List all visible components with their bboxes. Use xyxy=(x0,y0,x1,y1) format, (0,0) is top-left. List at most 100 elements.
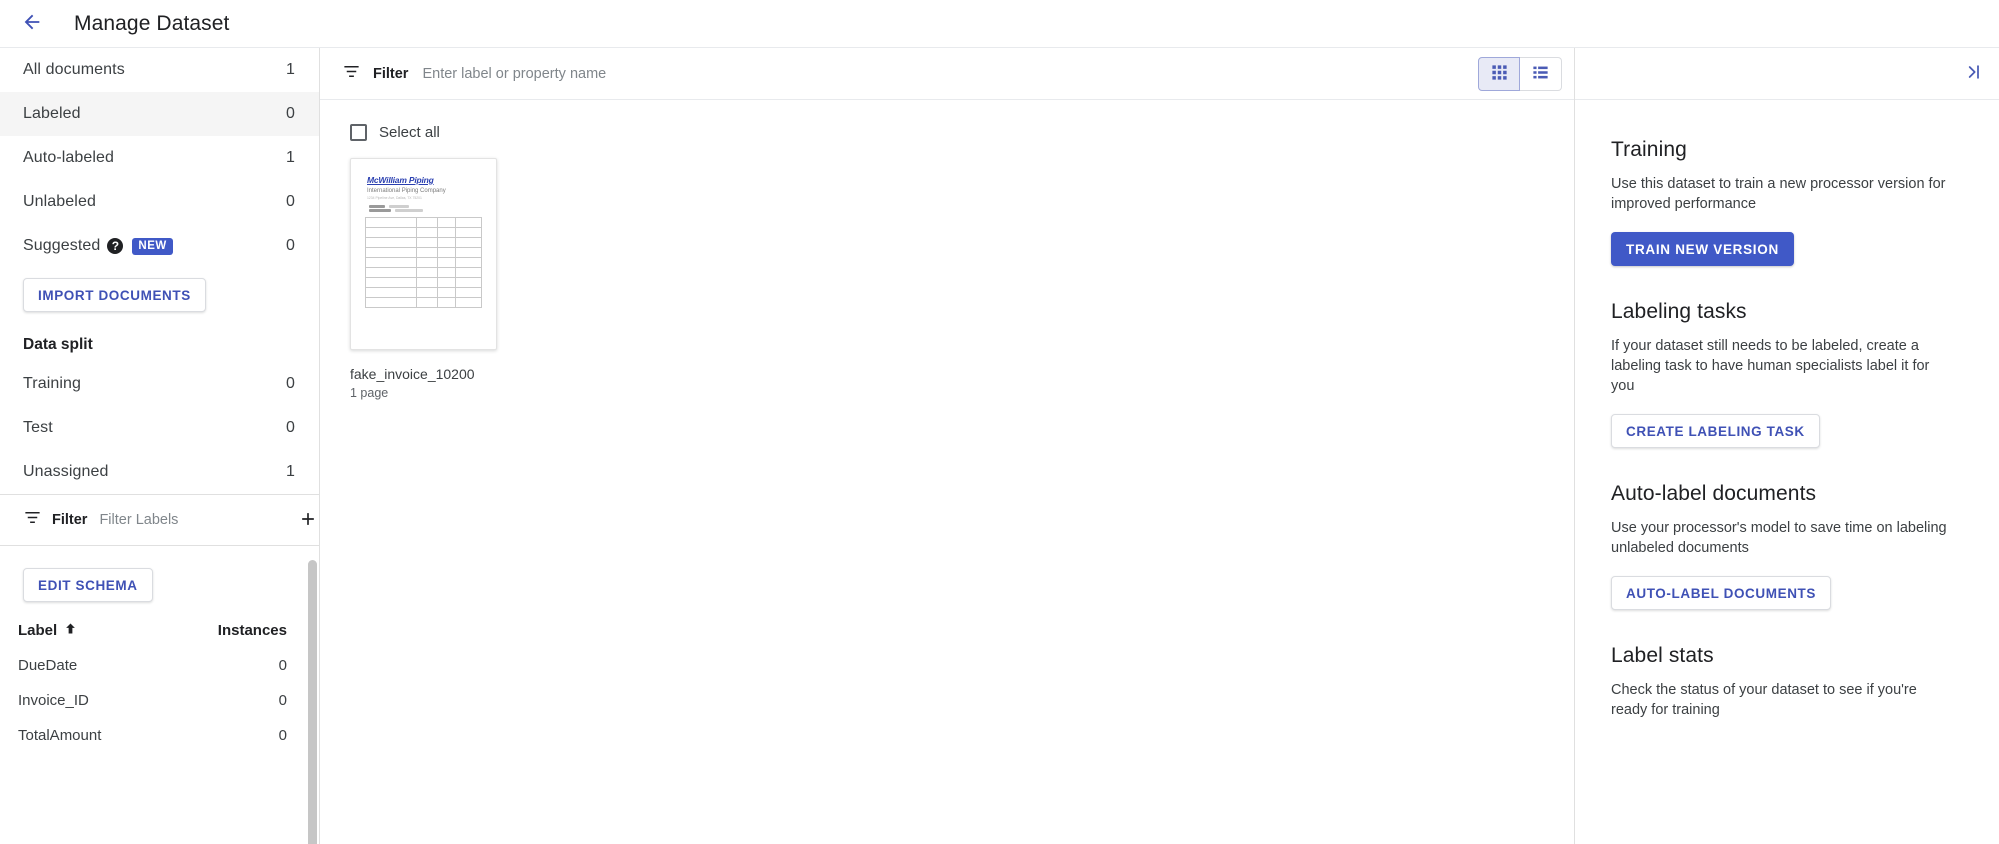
select-all-checkbox[interactable] xyxy=(350,124,367,141)
filter-icon xyxy=(23,508,42,532)
label-name: TotalAmount xyxy=(18,727,279,744)
list-view-button[interactable] xyxy=(1520,57,1562,91)
document-page-count: 1 page xyxy=(350,386,500,400)
import-documents-container: IMPORT DOCUMENTS xyxy=(0,268,319,326)
sidebar-item-unassigned[interactable]: Unassigned 1 xyxy=(0,450,319,494)
sidebar-item-labeled[interactable]: Labeled 0 xyxy=(0,92,319,136)
right-panel: Training Use this dataset to train a new… xyxy=(1575,48,1999,844)
table-row[interactable]: Invoice_ID 0 xyxy=(0,683,319,718)
panel-section-label-stats: Label stats Check the status of your dat… xyxy=(1611,644,1963,720)
sidebar-item-label: Unlabeled xyxy=(23,193,96,211)
right-panel-header xyxy=(1575,48,1999,100)
sidebar-item-label: All documents xyxy=(23,61,125,79)
sidebar-item-label: Labeled xyxy=(23,105,81,123)
sidebar-item-count: 0 xyxy=(286,193,295,211)
sidebar-item-training[interactable]: Training 0 xyxy=(0,362,319,406)
create-labeling-task-button[interactable]: CREATE LABELING TASK xyxy=(1611,414,1820,448)
panel-section-labeling-tasks: Labeling tasks If your dataset still nee… xyxy=(1611,300,1963,448)
filter-icon xyxy=(342,62,361,86)
app-header: Manage Dataset xyxy=(0,0,1999,48)
list-view-icon xyxy=(1531,63,1550,85)
plus-icon xyxy=(298,509,318,532)
panel-section-auto-label: Auto-label documents Use your processor'… xyxy=(1611,482,1963,610)
label-table-header: Label Instances xyxy=(0,608,319,648)
sidebar-nav-list: All documents 1 Labeled 0 Auto-labeled 1… xyxy=(0,48,319,268)
label-filter-title: Filter xyxy=(52,512,87,528)
thumbnail-line-item-table xyxy=(365,217,482,308)
label-filter-bar: Filter xyxy=(0,494,319,546)
data-split-heading: Data split xyxy=(0,326,319,362)
back-button[interactable] xyxy=(14,6,50,42)
edit-schema-button[interactable]: EDIT SCHEMA xyxy=(23,568,153,602)
sidebar-item-count: 0 xyxy=(286,105,295,123)
grid-view-icon xyxy=(1490,63,1509,85)
thumbnail-meta-lines xyxy=(369,205,488,212)
section-title: Labeling tasks xyxy=(1611,300,1963,324)
section-description: Use your processor's model to save time … xyxy=(1611,518,1956,558)
document-thumbnail[interactable]: McWilliam Piping International Piping Co… xyxy=(350,158,497,350)
grid-view-button[interactable] xyxy=(1478,57,1520,91)
select-all-row: Select all xyxy=(320,100,1574,144)
section-description: If your dataset still needs to be labele… xyxy=(1611,336,1956,396)
edit-schema-container: EDIT SCHEMA xyxy=(0,546,319,608)
app-shell: All documents 1 Labeled 0 Auto-labeled 1… xyxy=(0,48,1999,844)
sidebar: All documents 1 Labeled 0 Auto-labeled 1… xyxy=(0,48,320,844)
document-card[interactable]: McWilliam Piping International Piping Co… xyxy=(350,158,500,400)
import-documents-button[interactable]: IMPORT DOCUMENTS xyxy=(23,278,206,312)
section-title: Training xyxy=(1611,138,1963,162)
sidebar-item-count: 0 xyxy=(286,237,295,255)
collapse-panel-icon xyxy=(1963,62,1983,85)
toolbar-filter-label: Filter xyxy=(373,66,408,82)
sidebar-item-count: 1 xyxy=(286,149,295,167)
sidebar-item-unlabeled[interactable]: Unlabeled 0 xyxy=(0,180,319,224)
help-icon[interactable]: ? xyxy=(107,238,123,254)
arrow-back-icon xyxy=(21,11,43,36)
sidebar-item-count: 1 xyxy=(286,61,295,79)
sidebar-item-label: Training xyxy=(23,375,81,393)
section-title: Auto-label documents xyxy=(1611,482,1963,506)
label-instances: 0 xyxy=(279,657,287,674)
table-row[interactable]: DueDate 0 xyxy=(0,648,319,683)
label-stats-table: Label Instances DueDate 0 Invoice_ID 0 xyxy=(0,608,319,753)
table-row[interactable]: TotalAmount 0 xyxy=(0,718,319,753)
label-name: DueDate xyxy=(18,657,279,674)
label-name: Invoice_ID xyxy=(18,692,279,709)
thumbnail-tagline: International Piping Company xyxy=(367,188,488,194)
sidebar-item-suggested[interactable]: Suggested ? NEW 0 xyxy=(0,224,319,268)
thumbnail-address-line: 1234 Pipeline Ave, Dallas, TX 75201 xyxy=(367,196,488,200)
data-split-list: Training 0 Test 0 Unassigned 1 xyxy=(0,362,319,494)
select-all-label: Select all xyxy=(379,124,440,141)
add-label-button[interactable] xyxy=(298,506,318,534)
filter-labels-input[interactable] xyxy=(97,505,288,535)
sidebar-item-test[interactable]: Test 0 xyxy=(0,406,319,450)
section-title: Label stats xyxy=(1611,644,1963,668)
train-new-version-button[interactable]: TRAIN NEW VERSION xyxy=(1611,232,1794,266)
sidebar-item-auto-labeled[interactable]: Auto-labeled 1 xyxy=(0,136,319,180)
sidebar-scrollbar[interactable] xyxy=(308,560,317,844)
panel-section-training: Training Use this dataset to train a new… xyxy=(1611,138,1963,266)
column-header-label[interactable]: Label xyxy=(18,622,57,639)
sidebar-item-label: Test xyxy=(23,419,53,437)
page-title: Manage Dataset xyxy=(74,12,230,36)
auto-label-documents-button[interactable]: AUTO-LABEL DOCUMENTS xyxy=(1611,576,1831,610)
main-content: Filter xyxy=(320,48,1575,844)
section-description: Check the status of your dataset to see … xyxy=(1611,680,1956,720)
sidebar-item-label: Unassigned xyxy=(23,463,109,481)
schema-panel: EDIT SCHEMA Label Instances DueDate 0 xyxy=(0,546,319,844)
document-grid: McWilliam Piping International Piping Co… xyxy=(320,144,1574,400)
collapse-panel-button[interactable] xyxy=(1959,60,1987,88)
right-panel-body: Training Use this dataset to train a new… xyxy=(1575,100,1999,844)
sidebar-item-count: 1 xyxy=(286,463,295,481)
arrow-up-icon[interactable] xyxy=(63,621,78,640)
sidebar-item-count: 0 xyxy=(286,375,295,393)
sidebar-item-count: 0 xyxy=(286,419,295,437)
label-instances: 0 xyxy=(279,692,287,709)
sidebar-item-label: Auto-labeled xyxy=(23,149,114,167)
sidebar-item-label: Suggested xyxy=(23,237,100,255)
section-description: Use this dataset to train a new processo… xyxy=(1611,174,1956,214)
search-input[interactable] xyxy=(420,59,1466,89)
sidebar-item-all-documents[interactable]: All documents 1 xyxy=(0,48,319,92)
column-header-instances: Instances xyxy=(218,622,287,639)
thumbnail-company-name: McWilliam Piping xyxy=(367,175,488,185)
view-toggle-group xyxy=(1478,57,1562,91)
